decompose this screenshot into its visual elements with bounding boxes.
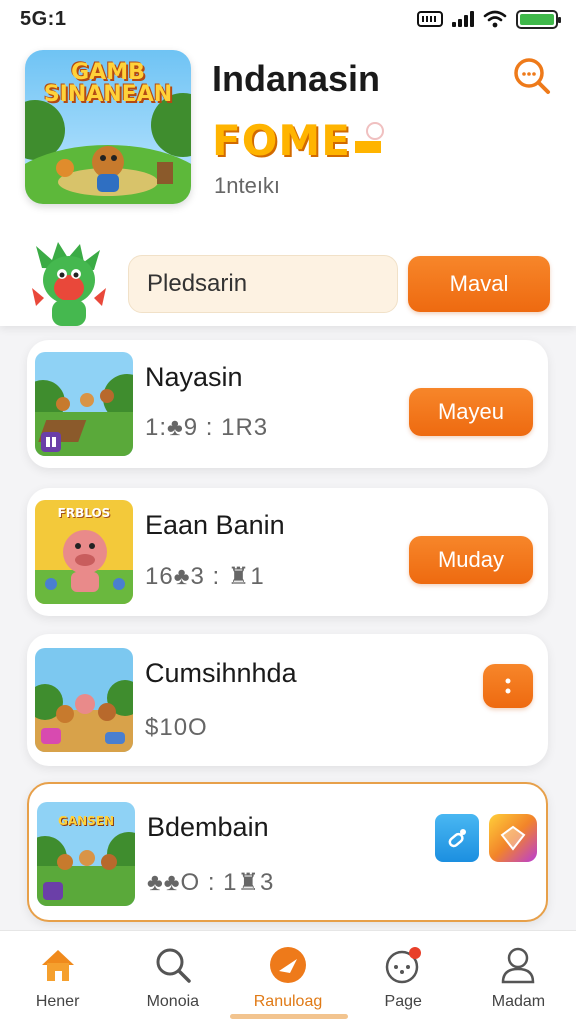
promo-banner-text: FOME <box>212 116 387 165</box>
tab-search-label: Monoia <box>146 993 200 1010</box>
game-thumbnail: FRBLOS <box>35 500 133 604</box>
game-card-title: Cumsihnhda <box>145 658 297 688</box>
tab-ranking-label: Ranuloag <box>253 993 323 1010</box>
game-thumbnail <box>35 352 133 456</box>
game-card-meta: 16♣3 : ♜1 <box>145 563 265 590</box>
game-thumbnail-logo: FRBLOS <box>57 506 111 520</box>
tab-ranking[interactable]: Ranuloag <box>230 931 345 1024</box>
game-controller-icon <box>381 943 425 987</box>
page-title: Indanasin <box>212 58 381 99</box>
search-button[interactable] <box>510 54 552 96</box>
gem-reward-button[interactable] <box>489 814 537 862</box>
bottom-tab-bar: Hener Monoia Ranuloag Page Madam <box>0 930 576 1024</box>
tab-page-label: Page <box>384 993 422 1010</box>
game-card-title: Bdembain <box>147 812 269 842</box>
game-card[interactable]: FRBLOS Eaan Banin 16♣3 : ♜1 Muday <box>27 488 548 616</box>
game-card-title: Nayasin <box>145 362 243 392</box>
game-card-more-button[interactable] <box>483 664 533 708</box>
featured-game-art[interactable]: GAMB SINANEAN <box>25 50 191 204</box>
home-indicator <box>230 1014 348 1019</box>
more-options-icon <box>505 678 511 694</box>
status-icons <box>417 9 561 29</box>
featured-game-logo: GAMB SINANEAN <box>43 60 173 107</box>
search-submit-label: Maval <box>449 271 509 296</box>
game-card-price: $10O <box>145 714 208 741</box>
search-input[interactable] <box>147 270 379 298</box>
game-card[interactable]: GANSEN Bdembain ♣♣O : 1♜3 <box>27 782 548 922</box>
tab-profile-label: Madam <box>491 993 546 1010</box>
status-time: 5G:1 <box>20 7 67 30</box>
status-bar: 5G:1 <box>0 0 576 38</box>
gem-icon <box>500 825 526 851</box>
game-card[interactable]: Cumsihnhda $10O <box>27 634 548 766</box>
home-icon <box>36 943 80 987</box>
compass-icon <box>266 943 310 987</box>
share-app-button[interactable] <box>435 814 479 862</box>
user-icon <box>496 943 540 987</box>
tab-home-label: Hener <box>35 993 80 1010</box>
game-card-title: Eaan Banin <box>145 510 285 540</box>
promo-sparkle-icon <box>354 122 384 153</box>
data-network-icon <box>417 11 443 27</box>
wifi-icon <box>483 10 507 28</box>
signal-icon <box>452 11 474 27</box>
game-thumbnail-logo: GANSEN <box>57 814 115 828</box>
game-card-action-label: Mayeu <box>437 399 505 424</box>
game-card-meta: 1:♣9 : 1R3 <box>145 414 269 441</box>
link-icon <box>448 829 466 848</box>
game-card-action-button[interactable]: Muday <box>409 536 533 584</box>
search-icon <box>514 58 550 94</box>
search-submit-button[interactable]: Maval <box>408 256 550 312</box>
mascot-avatar <box>32 242 106 326</box>
game-thumbnail: GANSEN <box>37 802 135 906</box>
tab-page[interactable]: Page <box>346 931 461 1024</box>
tab-home[interactable]: Hener <box>0 931 115 1024</box>
game-card-meta: ♣♣O : 1♜3 <box>147 869 275 896</box>
magnifier-icon <box>151 943 195 987</box>
battery-icon <box>516 9 561 29</box>
game-card-action-button[interactable]: Mayeu <box>409 388 533 436</box>
tab-search[interactable]: Monoia <box>115 931 230 1024</box>
search-field[interactable] <box>128 255 398 313</box>
game-thumbnail <box>35 648 133 752</box>
game-card[interactable]: Nayasin 1:♣9 : 1R3 Mayeu <box>27 340 548 468</box>
game-card-action-label: Muday <box>437 547 505 572</box>
tab-profile[interactable]: Madam <box>461 931 576 1024</box>
page-subtitle: 1nteıkı <box>214 173 281 198</box>
